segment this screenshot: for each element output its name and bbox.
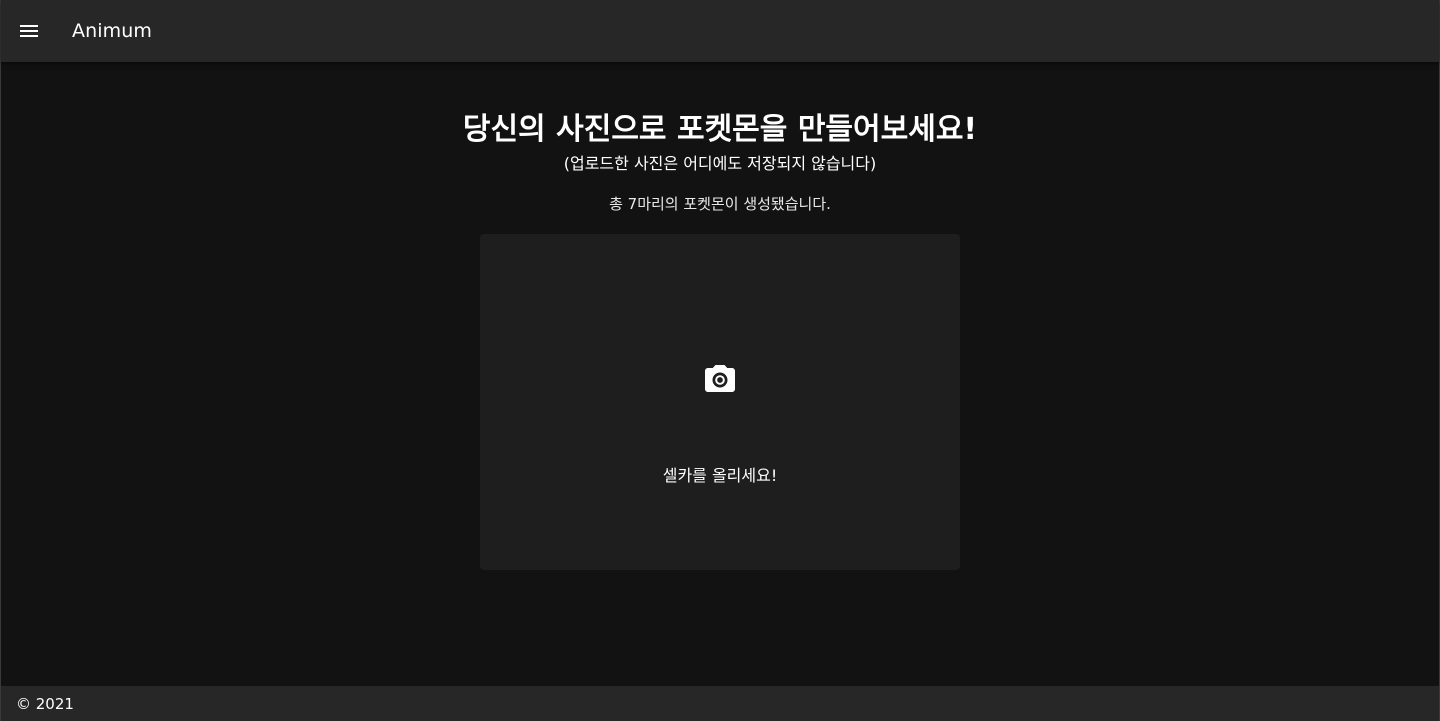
main-content: 당신의 사진으로 포켓몬을 만들어보세요! (업로드한 사진은 어디에도 저장되… [1, 62, 1439, 686]
copyright-text: © 2021 [16, 694, 74, 713]
page-title: 당신의 사진으로 포켓몬을 만들어보세요! [462, 112, 978, 147]
camera-icon [705, 365, 735, 392]
menu-icon [20, 25, 38, 37]
app-bar: Animum [1, 0, 1439, 62]
generated-count-text: 총 7마리의 포켓몬이 생성됐습니다. [609, 195, 831, 213]
upload-label: 셀카를 올리세요! [662, 466, 778, 485]
menu-button[interactable] [1, 0, 57, 62]
footer: © 2021 [1, 686, 1439, 721]
app-root: Animum 당신의 사진으로 포켓몬을 만들어보세요! (업로드한 사진은 어… [0, 0, 1440, 721]
photo-upload-dropzone[interactable]: 셀카를 올리세요! [480, 234, 960, 570]
app-title: Animum [72, 20, 152, 42]
privacy-note: (업로드한 사진은 어디에도 저장되지 않습니다) [563, 154, 877, 173]
